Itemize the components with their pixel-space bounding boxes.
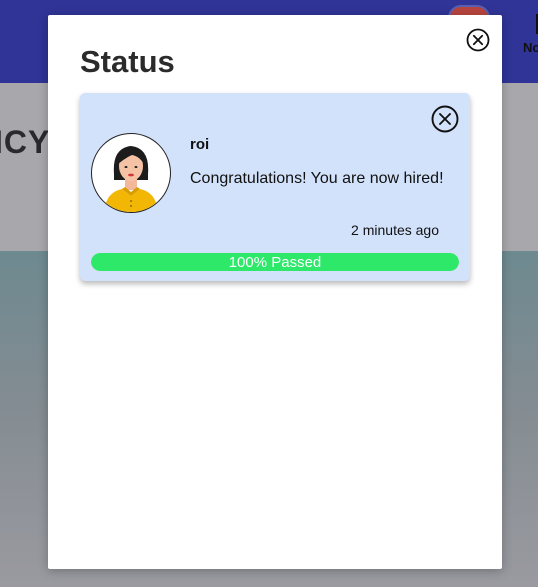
progress-bar: 100% Passed	[91, 253, 459, 271]
notification-close-button[interactable]	[431, 105, 459, 133]
notification-card: roi Congratulations! You are now hired! …	[80, 93, 470, 281]
notification-timestamp: 2 minutes ago	[351, 222, 439, 238]
notification-message: Congratulations! You are now hired!	[190, 170, 444, 187]
modal-title: Status	[80, 44, 175, 79]
sender-avatar	[91, 133, 171, 213]
modal-close-button[interactable]	[466, 28, 490, 52]
woman-avatar-icon	[104, 146, 158, 212]
header-nav-link[interactable]: No	[523, 40, 538, 55]
close-circle-icon	[466, 28, 490, 52]
notification-sender: roi	[190, 136, 210, 153]
status-modal: Status roi Congratulations! You are now …	[48, 15, 502, 569]
hero-heading: ICY	[0, 124, 51, 160]
close-circle-icon	[431, 105, 459, 133]
progress-label: 100% Passed	[228, 254, 322, 271]
